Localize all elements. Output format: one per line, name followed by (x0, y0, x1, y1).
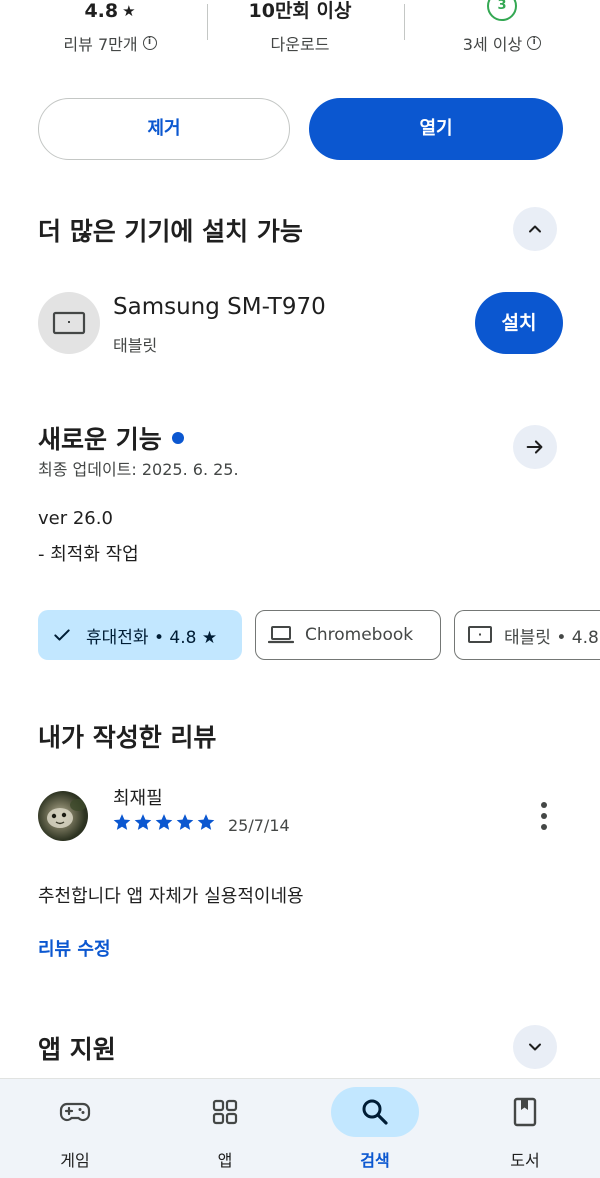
chevron-down-icon (529, 1043, 541, 1051)
collapse-button[interactable] (513, 207, 557, 251)
expand-button[interactable] (513, 1025, 557, 1069)
whats-new-header: 새로운 기능 (38, 420, 184, 456)
downloads-stat: 10만회 이상 다운로드 (230, 0, 370, 55)
nav-label: 도서 (510, 1151, 540, 1170)
age-label: 3세 이상 (462, 35, 523, 54)
more-vert-icon (541, 813, 547, 819)
reviewer-name: 최재필 (113, 788, 163, 809)
apps-grid-icon (212, 1099, 238, 1125)
nav-icon-wrap (181, 1087, 269, 1137)
nav-label: 검색 (360, 1151, 390, 1170)
more-devices-title: 더 많은 기기에 설치 가능 (38, 217, 303, 246)
chip-tablet[interactable]: 태블릿 • 4.8 (454, 610, 600, 660)
new-indicator-dot (171, 432, 184, 444)
review-date: 25/7/14 (228, 816, 290, 835)
rating-stat[interactable]: 4.8 ★ 리뷰 7만개 i (40, 0, 180, 55)
star-icon (197, 814, 215, 830)
edit-review-link[interactable]: 리뷰 수정 (38, 935, 111, 961)
chip-phone[interactable]: 휴대전화 • 4.8 ★ (38, 610, 242, 660)
tablet-icon (52, 311, 86, 335)
search-icon (362, 1099, 388, 1125)
chip-label: 태블릿 • 4.8 (504, 627, 599, 648)
reviews-count-label: 리뷰 7만개 (63, 35, 138, 54)
nav-icon-wrap (331, 1087, 419, 1137)
gamepad-icon (59, 1102, 91, 1122)
star-icon (113, 814, 131, 830)
device-name: Samsung SM-T970 (113, 294, 326, 320)
info-icon: i (527, 36, 542, 50)
reviews-label-row: 리뷰 7만개 i (40, 31, 180, 55)
more-vert-icon (541, 802, 547, 808)
downloads-value: 10만회 이상 (248, 0, 352, 22)
uninstall-button[interactable]: 제거 (38, 98, 290, 160)
stat-divider (404, 4, 405, 40)
avatar (38, 791, 88, 841)
version-text: ver 26.0 (38, 508, 113, 529)
info-icon: i (142, 36, 157, 50)
age-label-row: 3세 이상 i (432, 31, 572, 55)
chip-label: 휴대전화 • 4.8 ★ (86, 627, 218, 648)
whats-new-title: 새로운 기능 (38, 425, 162, 454)
whats-new-arrow-button[interactable] (513, 425, 557, 469)
star-icon (134, 814, 152, 830)
star-icon (176, 814, 194, 830)
age-rating-stat[interactable]: 3 3세 이상 i (432, 0, 572, 55)
device-type: 태블릿 (113, 336, 158, 355)
check-icon (54, 629, 70, 641)
age-badge-row: 3 (432, 0, 572, 22)
more-options-button[interactable] (532, 800, 556, 832)
app-stats-row: 4.8 ★ 리뷰 7만개 i 10만회 이상 다운로드 3 3세 이상 i (0, 0, 600, 60)
chevron-up-icon (529, 225, 541, 233)
arrow-right-icon (526, 440, 543, 454)
laptop-icon (268, 626, 294, 644)
book-icon (513, 1097, 537, 1127)
more-vert-icon (541, 824, 547, 830)
rating-value: 4.8 (84, 0, 119, 22)
bottom-navigation: 게임 앱 검색 도서 (0, 1078, 600, 1178)
age-rating-badge: 3 (487, 0, 517, 21)
star-icon: ★ (122, 2, 136, 20)
last-updated: 최종 업데이트: 2025. 6. 25. (38, 460, 239, 479)
tablet-icon (468, 626, 492, 643)
release-notes: - 최적화 작업 (38, 544, 139, 565)
nav-item-apps[interactable]: 앱 (165, 1079, 285, 1178)
review-text: 추천합니다 앱 자체가 실용적이네용 (38, 886, 304, 907)
my-review-title: 내가 작성한 리뷰 (38, 723, 217, 752)
open-button[interactable]: 열기 (309, 98, 563, 160)
downloads-label: 다운로드 (270, 35, 330, 54)
install-button[interactable]: 설치 (475, 292, 563, 354)
stat-divider (207, 4, 208, 40)
chip-label: Chromebook (305, 625, 414, 645)
device-avatar (38, 292, 100, 354)
nav-label: 게임 (60, 1151, 90, 1170)
nav-label: 앱 (217, 1151, 233, 1170)
nav-icon-wrap (481, 1087, 569, 1137)
star-icon (155, 814, 173, 830)
chip-chromebook[interactable]: Chromebook (255, 610, 441, 660)
rating-stars (112, 812, 216, 832)
nav-icon-wrap (31, 1087, 119, 1137)
nav-item-games[interactable]: 게임 (15, 1079, 135, 1178)
app-support-title: 앱 지원 (38, 1035, 116, 1064)
nav-item-books[interactable]: 도서 (465, 1079, 585, 1178)
avatar-image (47, 799, 86, 828)
nav-item-search[interactable]: 검색 (315, 1079, 435, 1178)
rating-value-row: 4.8 ★ (40, 0, 180, 22)
